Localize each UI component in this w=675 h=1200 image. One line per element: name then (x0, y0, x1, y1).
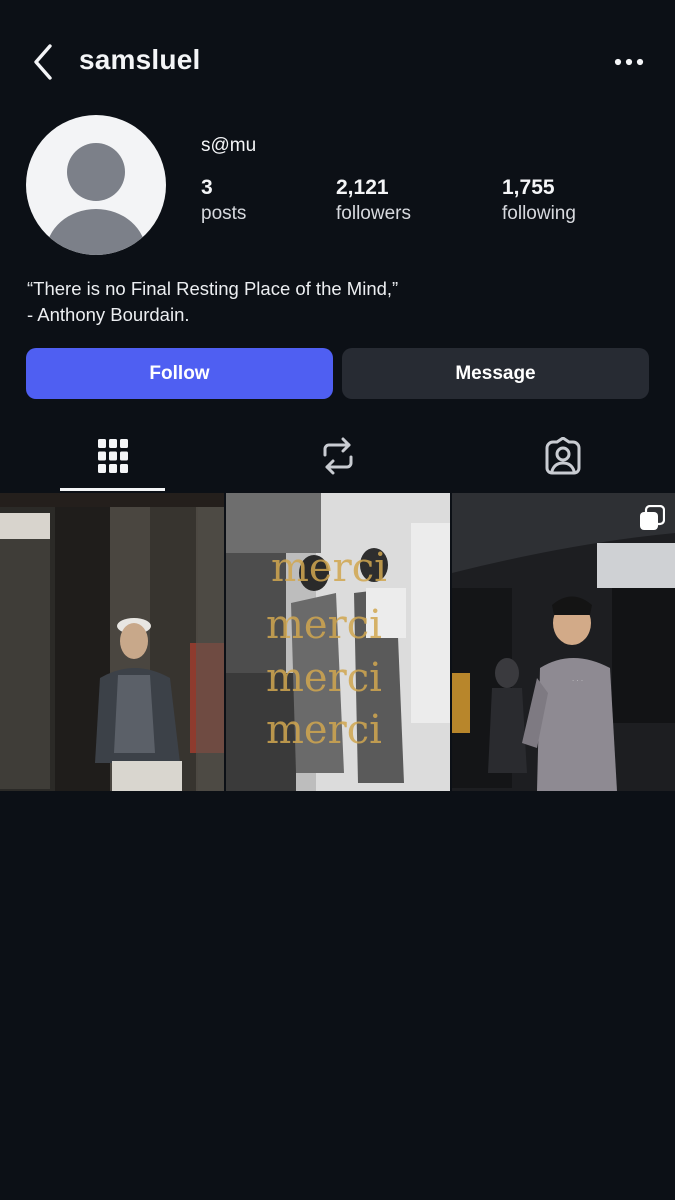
post-thumbnail-3[interactable]: · · · (452, 493, 675, 791)
profile-username: samsluel (79, 44, 201, 75)
following-count[interactable]: 1,755 following (502, 176, 576, 225)
followers-count-label: followers (336, 203, 411, 224)
back-button[interactable] (30, 42, 64, 82)
avatar[interactable] (26, 115, 166, 255)
post-thumbnail-1[interactable] (0, 493, 224, 791)
default-avatar-icon (46, 143, 146, 255)
following-count-label: following (502, 203, 576, 224)
post-photo-2: merci merci merci merci (226, 493, 450, 791)
posts-count: 3 posts (201, 176, 246, 225)
grid-icon (97, 439, 128, 473)
bio-line: - Anthony Bourdain. (27, 304, 190, 325)
post-photo-1 (0, 493, 224, 791)
more-horizontal-icon (614, 58, 644, 66)
followers-count-value: 2,121 (336, 176, 389, 199)
post-2-overlay-text: merci (271, 545, 387, 591)
more-options-button[interactable] (612, 50, 646, 74)
tagged-icon (545, 437, 580, 475)
profile-tabs (0, 420, 675, 492)
active-tab-indicator (60, 488, 165, 491)
post-2-overlay-text: merci (266, 707, 382, 753)
post-2-overlay-text: merci (266, 655, 382, 701)
follow-button[interactable]: Follow (26, 348, 333, 399)
post-thumbnail-2[interactable]: merci merci merci merci (226, 493, 450, 791)
repost-icon (323, 437, 352, 475)
tab-posts-grid[interactable] (0, 420, 225, 492)
chevron-left-icon (34, 44, 52, 80)
multiple-photos-icon (639, 505, 665, 531)
posts-count-label: posts (201, 203, 247, 224)
display-name: s@mu (201, 135, 257, 156)
tab-tagged[interactable] (450, 420, 675, 492)
post-2-overlay-text: merci (266, 602, 382, 648)
tab-reposts[interactable] (225, 420, 450, 492)
svg-text:· · ·: · · · (572, 677, 583, 685)
bio: “There is no Final Resting Place of the … (27, 276, 398, 328)
posts-count-value: 3 (201, 176, 213, 199)
bio-line: “There is no Final Resting Place of the … (27, 278, 399, 299)
posts-grid: merci merci merci merci · · · (0, 493, 675, 791)
message-button[interactable]: Message (342, 348, 649, 399)
top-bar: samsluel (0, 0, 675, 125)
followers-count[interactable]: 2,121 followers (336, 176, 411, 225)
following-count-value: 1,755 (502, 176, 555, 199)
profile-screen: samsluel s@mu 3 posts 2,121 followers 1,… (0, 0, 675, 1200)
post-photo-3: · · · (452, 493, 675, 791)
